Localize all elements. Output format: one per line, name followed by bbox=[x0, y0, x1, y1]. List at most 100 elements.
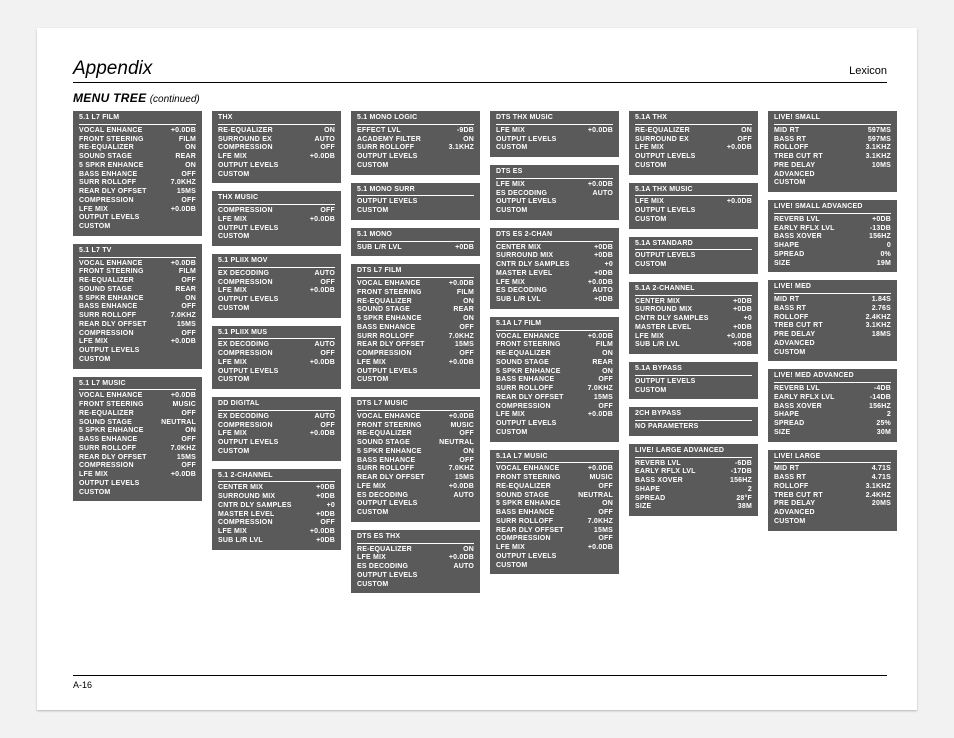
menu-row: LFE MIX +0.0dB bbox=[496, 544, 613, 553]
menu-row: SURR ROLLOFF7.0kHz bbox=[496, 518, 613, 527]
menu-row-label: CNTR DLY SAMPLES bbox=[496, 261, 570, 270]
menu-row: TREB CUT RT3.1kHz bbox=[774, 322, 891, 331]
menu-row-label: MID RT bbox=[774, 296, 799, 305]
menu-row-label: EFFECT LVL bbox=[357, 127, 401, 136]
menu-row-value: +0.0dB bbox=[167, 260, 196, 269]
menu-box-title: 5.1a L7 MUSIC bbox=[496, 453, 613, 464]
menu-row-single: OUTPUT LEVELS bbox=[79, 347, 196, 356]
menu-row-value: MUSIC bbox=[446, 422, 474, 431]
menu-row-label: FRONT STEERING bbox=[79, 268, 144, 277]
menu-box-title: dts ES THX bbox=[357, 533, 474, 544]
menu-box: DD DIGITALEX DECODINGAUTOCOMPRESSIONOFFL… bbox=[212, 397, 341, 461]
menu-row: SUB L/R LVL+0dB bbox=[496, 296, 613, 305]
menu-row-label: RE-EQUALIZER bbox=[357, 298, 412, 307]
menu-row-single: OUTPUT LEVELS bbox=[218, 162, 335, 171]
menu-row-value: +0 bbox=[601, 261, 613, 270]
menu-row-label: REVERB LVL bbox=[774, 216, 820, 225]
menu-row-value: +0dB bbox=[729, 341, 752, 350]
menu-row-value: +0.0dB bbox=[306, 430, 335, 439]
menu-row: REVERB LVL+0dB bbox=[774, 216, 891, 225]
menu-row: LFE MIX+0.0dB bbox=[635, 333, 752, 342]
menu-row-value: ON bbox=[459, 546, 474, 555]
menu-row-single: CUSTOM bbox=[774, 518, 891, 527]
menu-row-label: SIZE bbox=[774, 260, 790, 269]
menu-column: 5.1 MONO LOGICEFFECT LVL-9dBACADEMY FILT… bbox=[351, 111, 480, 601]
menu-row-value: ON bbox=[459, 315, 474, 324]
menu-row: FRONT STEERINGMUSIC bbox=[357, 422, 474, 431]
menu-row: MID RT1.84s bbox=[774, 296, 891, 305]
menu-row-value: OFF bbox=[177, 436, 196, 445]
menu-row: 5 SPKR ENHANCEON bbox=[357, 448, 474, 457]
menu-row: BASS XOVER156Hz bbox=[774, 403, 891, 412]
menu-row-value: 156Hz bbox=[865, 233, 891, 242]
menu-row-label: LFE MIX bbox=[496, 544, 525, 553]
menu-row-label: VOCAL ENHANCE bbox=[79, 127, 143, 136]
menu-row: EFFECT LVL-9dB bbox=[357, 127, 474, 136]
menu-row-label: COMPRESSION bbox=[218, 350, 273, 359]
menu-row: LFE MIX+0.0dB bbox=[496, 127, 613, 136]
menu-row: COMPRESSIONOFF bbox=[218, 519, 335, 528]
menu-row-value: 7.0kHz bbox=[167, 179, 196, 188]
menu-row-label: RE-EQUALIZER bbox=[357, 430, 412, 439]
menu-row-label: MASTER LEVEL bbox=[635, 324, 691, 333]
menu-row-value: +0dB bbox=[729, 298, 752, 307]
menu-row: BASS ENHANCEOFF bbox=[357, 457, 474, 466]
menu-box: LIVE! LARGEMID RT4.71sBASS RT4.71sROLLOF… bbox=[768, 450, 897, 531]
menu-row-label: SOUND STAGE bbox=[79, 153, 132, 162]
menu-row: ROLLOFF3.1kHz bbox=[774, 144, 891, 153]
menu-box-title: THX MUSIC bbox=[218, 194, 335, 205]
menu-box-title: 5.1 L7 TV bbox=[79, 247, 196, 258]
menu-box: THX MUSICCOMPRESSIONOFFLFE MIX+0.0dBOUTP… bbox=[212, 191, 341, 246]
menu-row-label: REAR DLY OFFSET bbox=[79, 454, 147, 463]
menu-row-single: CUSTOM bbox=[774, 179, 891, 188]
menu-row: CENTER MIX+0dB bbox=[496, 244, 613, 253]
menu-row: BASS XOVER156Hz bbox=[635, 477, 752, 486]
menu-row: LFE MIX+0.0dB bbox=[357, 483, 474, 492]
menu-row-single: CUSTOM bbox=[357, 509, 474, 518]
menu-row-value: +0.0dB bbox=[167, 206, 196, 215]
menu-row-value: NEUTRAL bbox=[435, 439, 474, 448]
menu-row: SUB L/R LVL+0dB bbox=[635, 341, 752, 350]
menu-row: RE-EQUALIZEROFF bbox=[496, 483, 613, 492]
menu-row-single: CUSTOM bbox=[79, 356, 196, 365]
menu-row: SUB L/R LVL+0dB bbox=[218, 537, 335, 546]
menu-row-single: CUSTOM bbox=[357, 581, 474, 590]
menu-row-value: FILM bbox=[175, 136, 196, 145]
menu-row: REAR DLY OFFSET15ms bbox=[79, 454, 196, 463]
menu-row: FRONT STEERINGFILM bbox=[79, 268, 196, 277]
menu-row: COMPRESSIONOFF bbox=[496, 403, 613, 412]
menu-box-title: DD DIGITAL bbox=[218, 400, 335, 411]
menu-row-label: RE-EQUALIZER bbox=[79, 410, 134, 419]
menu-row-value: ON bbox=[737, 127, 752, 136]
menu-row: COMPRESSIONOFF bbox=[79, 197, 196, 206]
menu-row: COMPRESSIONOFF bbox=[79, 330, 196, 339]
header-left: Appendix bbox=[73, 58, 152, 80]
menu-row-label: COMPRESSION bbox=[218, 279, 273, 288]
menu-row-value: OFF bbox=[733, 136, 752, 145]
menu-row-label: TREB CUT RT bbox=[774, 153, 823, 162]
menu-box: 5.1 MONO LOGICEFFECT LVL-9dBACADEMY FILT… bbox=[351, 111, 480, 175]
menu-row-value: ON bbox=[181, 162, 196, 171]
menu-row: SIZE19m bbox=[774, 260, 891, 269]
menu-row-label: REVERB LVL bbox=[635, 460, 681, 469]
menu-row: BASS ENHANCEOFF bbox=[79, 303, 196, 312]
menu-row: CENTER MIX +0dB bbox=[635, 298, 752, 307]
menu-row-label: 5 SPKR ENHANCE bbox=[357, 448, 422, 457]
menu-row-label: CENTER MIX bbox=[635, 298, 680, 307]
menu-row-single: CUSTOM bbox=[218, 376, 335, 385]
menu-row-label: SURR ROLLOFF bbox=[496, 518, 553, 527]
menu-row: ES DECODINGAUTO bbox=[357, 492, 474, 501]
menu-row-value: +0.0dB bbox=[167, 338, 196, 347]
menu-box: 5.1 L7 FILMVOCAL ENHANCE+0.0dBFRONT STEE… bbox=[73, 111, 202, 236]
menu-row-value: +0dB bbox=[590, 252, 613, 261]
menu-row-label: ROLLOFF bbox=[774, 483, 808, 492]
menu-box-title: LIVE! SMALL ADVANCED bbox=[774, 203, 891, 214]
menu-row-label: LFE MIX bbox=[635, 144, 664, 153]
menu-row-label: REAR DLY OFFSET bbox=[79, 321, 147, 330]
menu-row-value: +0.0dB bbox=[584, 544, 613, 553]
menu-row-value: 2 bbox=[744, 486, 752, 495]
menu-row: CENTER MIX+0dB bbox=[218, 484, 335, 493]
menu-row-value: OFF bbox=[177, 462, 196, 471]
menu-row-value: 3.1kHz bbox=[862, 322, 891, 331]
menu-row: RE-EQUALIZEROFF bbox=[79, 277, 196, 286]
